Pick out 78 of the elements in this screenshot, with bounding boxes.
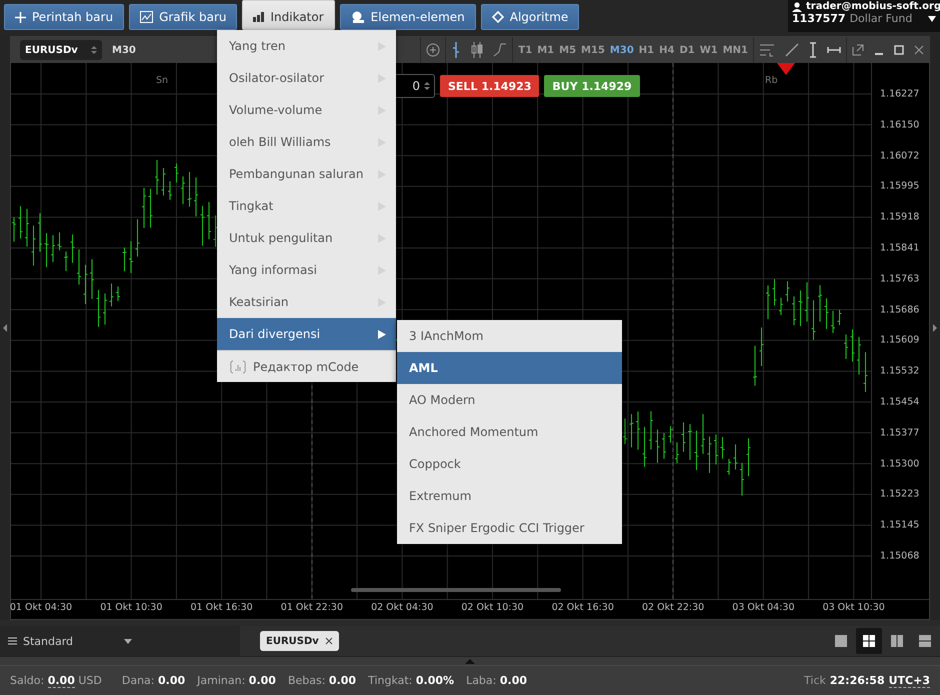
price-label: 1.15918 [880,212,920,223]
menu-item[interactable]: Pembangunan saluran [217,158,396,190]
timeframe-label: M30 [112,44,136,56]
menu-item[interactable]: AO Modern [397,384,622,416]
toolbar-button[interactable]: Indikator [242,0,335,30]
price-label: 1.15068 [880,550,920,562]
day-label: Rb [765,75,778,86]
price-label: 1.15300 [880,458,920,470]
time-label: 01 Okt 10:30 [100,602,162,613]
time-label: 02 Okt 04:30 [371,602,434,613]
status-field: Laba: 0.00 [466,674,528,687]
day-label: Sn [156,75,168,86]
menu-item[interactable]: Yang tren [217,30,396,62]
time-label: 02 Okt 10:30 [461,602,524,613]
timeframe-tab[interactable]: MN1 [722,44,748,56]
time-label: 03 Okt 04:30 [732,602,794,613]
menu-item[interactable]: Keatsirian [217,286,396,318]
price-label: 1.15223 [880,488,920,500]
status-field: Dana: 0.00 [122,674,186,687]
price-label: 1.15841 [880,242,920,254]
status-field: Tingkat: 0.00% [368,674,454,687]
status-field: Jaminan: 0.00 [197,674,276,687]
timeframe-tab[interactable]: H4 [659,44,674,56]
price-label: 1.15686 [880,304,920,316]
menu-item[interactable]: oleh Bill Williams [217,126,396,158]
toolbar-button[interactable]: Perintah baru [4,4,124,30]
price-label: 1.15995 [880,180,920,192]
tick-time: 22:26:58 [830,674,885,687]
tick-label: Tick [804,674,826,687]
timezone-select[interactable]: UTC+3 [888,674,930,688]
time-label: 02 Okt 22:30 [642,602,704,613]
account-name: Dollar Fund [850,12,912,25]
price-label: 1.15609 [880,334,920,346]
price-label: 1.15763 [880,273,920,284]
sell-button[interactable]: SELL 1.14923 [440,75,540,97]
timeframe-tab[interactable]: M15 [581,44,605,56]
price-label: 1.15454 [880,396,920,408]
menu-item[interactable]: 3 IAnchMom [397,320,622,352]
timeframe-tab[interactable]: T1 [518,44,532,56]
price-label: 1.15532 [880,366,920,377]
time-label: 03 Okt 10:30 [822,602,885,613]
time-label: 01 Okt 16:30 [190,602,253,613]
menu-item[interactable]: Anchored Momentum [397,416,622,448]
time-label: 01 Okt 22:30 [280,602,343,613]
toolbar-button[interactable]: Algoritme [480,4,580,30]
status-field: Bebas: 0.00 [288,674,356,687]
price-label: 1.16072 [880,150,920,162]
status-field: Saldo: 0.00 USD [10,674,102,687]
timeframe-tab[interactable]: H1 [638,44,654,56]
menu-item[interactable]: Yang informasi [217,254,396,286]
timeframe-tab[interactable]: M5 [559,44,576,56]
price-label: 1.16227 [880,88,920,100]
menu-item[interactable]: Extremum [397,480,622,512]
chart-tab[interactable]: EURUSDv [260,631,339,651]
menu-item[interactable]: Untuk pengulitan [217,222,396,254]
price-label: 1.16150 [880,119,920,130]
menu-item[interactable]: Dari divergensi [217,318,396,350]
timeframe-tab[interactable]: M1 [537,44,554,56]
menu-item[interactable]: Редактор mCode [217,350,396,382]
timeframe-tab[interactable]: W1 [700,44,718,56]
menu-item[interactable]: Tingkat [217,190,396,222]
workspace-select[interactable]: Standard [0,626,240,656]
price-label: 1.15145 [880,520,920,531]
account-panel[interactable]: trader@mobius-soft.org 1137577 Dollar Fund [788,0,940,32]
time-label: 02 Okt 16:30 [552,602,614,613]
toolbar-button[interactable]: Elemen-elemen [340,4,476,30]
symbol-select[interactable]: EURUSDv [20,40,102,60]
menu-item[interactable]: Coppock [397,448,622,480]
account-number: 1137577 [792,12,846,25]
toolbar-button[interactable]: Grafik baru [129,4,238,30]
account-email: trader@mobius-soft.org [806,1,940,12]
buy-button[interactable]: BUY 1.14929 [544,75,640,97]
menu-item[interactable]: AML [397,352,622,384]
price-label: 1.15377 [880,427,920,438]
time-label: 01 Okt 04:30 [10,602,72,613]
timeframe-tab[interactable]: M30 [610,44,634,56]
menu-item[interactable]: FX Sniper Ergodic CCI Trigger [397,512,622,544]
timeframe-tab[interactable]: D1 [679,44,695,56]
